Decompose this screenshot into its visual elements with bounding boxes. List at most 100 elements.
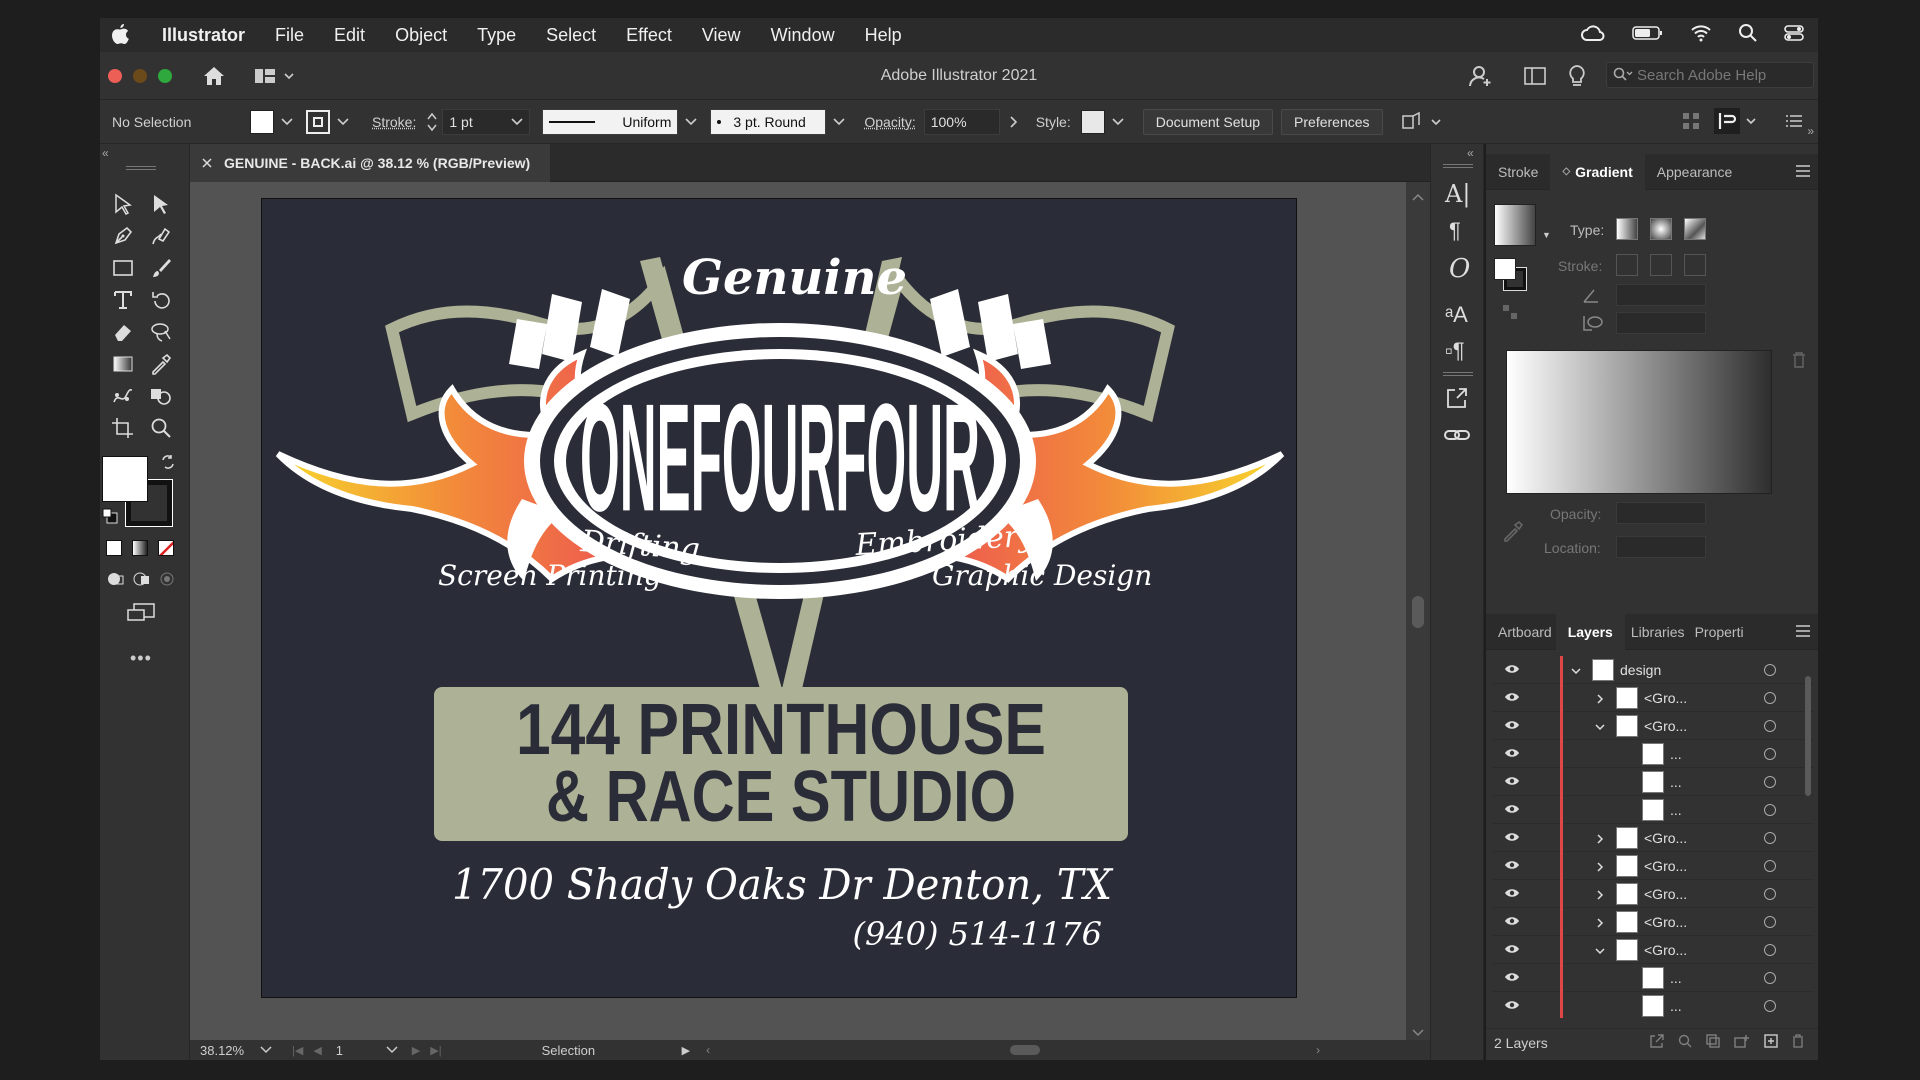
layer-target-icon[interactable] (1764, 775, 1776, 788)
expand-panels-icon[interactable]: » (1807, 124, 1814, 138)
visibility-eye-icon[interactable] (1504, 914, 1520, 930)
lock-toggle[interactable] (1528, 828, 1548, 848)
lock-toggle[interactable] (1528, 968, 1548, 988)
layers-list[interactable]: design <Gro... <Gro............ <Gro... <Gro… (1492, 656, 1814, 1018)
layer-target-icon[interactable] (1764, 663, 1776, 676)
tab-libraries[interactable]: Libraries (1625, 614, 1691, 650)
workspace-switcher-icon[interactable] (254, 68, 294, 84)
collapse-tools-icon[interactable]: « (102, 146, 109, 160)
chevron-right-icon[interactable] (1594, 692, 1606, 704)
layer-target-icon[interactable] (1764, 803, 1776, 816)
lock-toggle[interactable] (1528, 744, 1548, 764)
layers-scrollbar[interactable] (1804, 666, 1812, 1010)
layer-row[interactable]: <Gro... (1492, 879, 1814, 908)
layers-panel-menu-icon[interactable] (1796, 624, 1810, 640)
layer-name[interactable]: ... (1670, 774, 1682, 790)
lock-toggle[interactable] (1528, 772, 1548, 792)
menu-edit[interactable]: Edit (334, 25, 365, 46)
variable-width-profile-select[interactable]: Uniform (542, 108, 679, 135)
lock-toggle[interactable] (1528, 912, 1548, 932)
draw-behind-icon[interactable] (132, 570, 152, 593)
screen-mode-icon[interactable] (126, 602, 156, 629)
layer-target-icon[interactable] (1764, 719, 1776, 732)
artboard[interactable]: ONEFOURFOUR Genuine Drifting Embroidery … (261, 198, 1297, 998)
menu-select[interactable]: Select (546, 25, 596, 46)
menu-help[interactable]: Help (865, 25, 902, 46)
canvas-vertical-scrollbar[interactable] (1406, 182, 1430, 1040)
gradient-preset-dropdown-icon[interactable]: ▼ (1542, 230, 1551, 240)
menu-file[interactable]: File (275, 25, 304, 46)
opacity-label[interactable]: Opacity: (864, 114, 915, 130)
artboard-tool-icon[interactable] (108, 414, 138, 442)
layer-row[interactable]: design (1492, 656, 1814, 684)
chevron-right-icon[interactable] (1594, 832, 1606, 844)
menu-view[interactable]: View (702, 25, 741, 46)
canvas-horizontal-scrollbar[interactable] (720, 1043, 1310, 1057)
zoom-tool-icon[interactable] (146, 414, 176, 442)
layer-row[interactable]: ... (1492, 795, 1814, 824)
freeform-gradient-button[interactable] (1684, 218, 1706, 240)
curvature-tool-icon[interactable] (146, 222, 176, 250)
lock-toggle[interactable] (1528, 688, 1548, 708)
layer-target-icon[interactable] (1764, 887, 1776, 900)
menu-app-name[interactable]: Illustrator (162, 25, 245, 46)
prev-artboard-icon[interactable]: ◀ (313, 1044, 321, 1057)
layer-row[interactable]: ... (1492, 963, 1814, 992)
layer-target-icon[interactable] (1764, 691, 1776, 704)
visibility-eye-icon[interactable] (1504, 830, 1520, 846)
arrange-documents-icon[interactable] (1401, 111, 1441, 132)
visibility-eye-icon[interactable] (1504, 746, 1520, 762)
stroke-label[interactable]: Stroke: (372, 114, 416, 130)
document-setup-button[interactable]: Document Setup (1142, 108, 1274, 135)
menu-type[interactable]: Type (477, 25, 516, 46)
layer-name[interactable]: <Gro... (1644, 830, 1687, 846)
layer-row[interactable]: <Gro... (1492, 711, 1814, 740)
layer-row[interactable]: ... (1492, 767, 1814, 796)
lock-toggle[interactable] (1528, 716, 1548, 736)
lock-toggle[interactable] (1528, 940, 1548, 960)
chevron-right-icon[interactable] (1594, 916, 1606, 928)
chevron-right-icon[interactable] (1594, 888, 1606, 900)
chevron-right-icon[interactable] (1594, 860, 1606, 872)
apple-icon[interactable] (110, 24, 140, 46)
layer-row[interactable]: <Gro... (1492, 683, 1814, 712)
collect-export-icon[interactable] (1650, 1034, 1664, 1051)
layer-name[interactable]: <Gro... (1644, 886, 1687, 902)
delete-layer-icon[interactable] (1792, 1034, 1804, 1051)
edit-toolbar-icon[interactable]: ••• (130, 648, 152, 669)
chevron-down-icon[interactable] (1594, 720, 1606, 732)
gradient-preview-swatch[interactable] (1494, 204, 1536, 246)
gradient-mode-button[interactable] (132, 540, 148, 556)
direct-selection-tool-icon[interactable] (146, 190, 176, 218)
gradient-fill-box[interactable] (1494, 258, 1516, 280)
canvas[interactable]: ONEFOURFOUR Genuine Drifting Embroidery … (190, 182, 1416, 1040)
opentype-panel-icon[interactable]: O (1449, 254, 1470, 284)
paintbrush-tool-icon[interactable] (146, 254, 176, 282)
transform-panel-icon[interactable] (1714, 108, 1756, 134)
layer-row[interactable]: <Gro... (1492, 823, 1814, 852)
control-bar-menu-icon[interactable] (1786, 114, 1802, 131)
default-fill-stroke-icon[interactable] (102, 508, 118, 529)
lock-toggle[interactable] (1528, 856, 1548, 876)
brush-dropdown-icon[interactable] (832, 115, 846, 129)
layer-target-icon[interactable] (1764, 831, 1776, 844)
menu-object[interactable]: Object (395, 25, 447, 46)
hscroll-right-icon[interactable]: › (1316, 1043, 1320, 1057)
share-user-icon[interactable] (1468, 64, 1492, 93)
tab-gradient[interactable]: ◇ Gradient (1550, 153, 1645, 190)
pen-tool-icon[interactable] (108, 222, 138, 250)
menu-effect[interactable]: Effect (626, 25, 672, 46)
visibility-eye-icon[interactable] (1504, 802, 1520, 818)
brush-definition-select[interactable]: 3 pt. Round (710, 108, 827, 135)
layer-target-icon[interactable] (1764, 999, 1776, 1012)
visibility-eye-icon[interactable] (1504, 886, 1520, 902)
layer-name[interactable]: ... (1670, 998, 1682, 1014)
document-tab[interactable]: GENUINE - BACK.ai @ 38.12 % (RGB/Preview… (190, 144, 550, 182)
lock-toggle[interactable] (1528, 996, 1548, 1016)
layers-scroll-thumb[interactable] (1805, 676, 1811, 796)
layer-row[interactable]: ... (1492, 991, 1814, 1018)
status-menu-icon[interactable]: ▶ (682, 1044, 690, 1057)
last-artboard-icon[interactable]: ▶| (430, 1044, 441, 1057)
layer-target-icon[interactable] (1764, 915, 1776, 928)
hscroll-left-icon[interactable]: ‹ (706, 1043, 710, 1057)
